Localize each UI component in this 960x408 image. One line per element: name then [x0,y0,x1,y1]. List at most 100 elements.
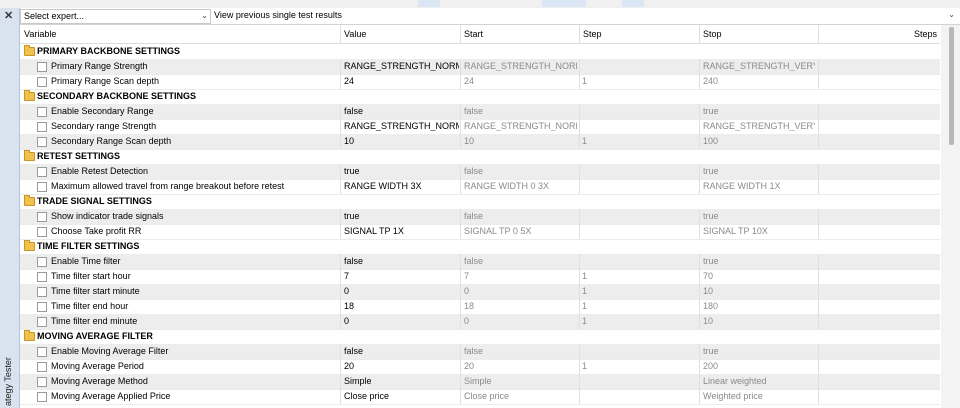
optimize-checkbox[interactable] [37,287,47,297]
parameter-row[interactable]: Moving Average Applied Price Close price C… [20,389,940,405]
start-cell[interactable]: false [464,106,577,116]
toolbar-button-2[interactable] [542,0,586,7]
header-stop[interactable]: Stop [703,29,722,39]
value-cell[interactable]: 0 [344,316,459,326]
stop-cell[interactable]: true [703,256,815,266]
stop-cell[interactable]: 200 [703,361,815,371]
group-header-row[interactable]: SECONDARY BACKBONE SETTINGS [20,89,940,105]
value-cell[interactable]: RANGE_STRENGTH_NORM... [344,61,459,71]
chevron-down-icon[interactable]: ⌄ [948,10,955,19]
toolbar-button-3[interactable] [622,0,644,7]
stop-cell[interactable]: true [703,106,815,116]
step-cell[interactable]: 1 [582,301,692,311]
value-cell[interactable]: 18 [344,301,459,311]
value-cell[interactable]: Close price [344,391,459,401]
optimize-checkbox[interactable] [37,107,47,117]
chevron-down-icon[interactable]: ⌄ [201,11,208,20]
optimize-checkbox[interactable] [37,167,47,177]
parameter-row[interactable]: Primary Range Strength RANGE_STRENGTH_NOR… [20,59,940,75]
value-cell[interactable]: 7 [344,271,459,281]
parameter-row[interactable]: Primary Range Scan depth 24 24 1 240 [20,74,940,90]
start-cell[interactable]: Close price [464,391,577,401]
stop-cell[interactable]: Weighted price [703,391,815,401]
start-cell[interactable]: RANGE_STRENGTH_NORM... [464,121,577,131]
group-header-row[interactable]: TRADE SIGNAL SETTINGS [20,194,940,210]
header-value[interactable]: Value [344,29,366,39]
step-cell[interactable]: 1 [582,286,692,296]
parameter-row[interactable]: Enable Secondary Range false false true [20,104,940,120]
stop-cell[interactable]: true [703,166,815,176]
header-variable[interactable]: Variable [24,29,56,39]
group-header-row[interactable]: TIME FILTER SETTINGS [20,239,940,255]
start-cell[interactable]: 24 [464,76,577,86]
optimize-checkbox[interactable] [37,77,47,87]
start-cell[interactable]: false [464,256,577,266]
group-header-row[interactable]: PRIMARY BACKBONE SETTINGS [20,44,940,60]
optimize-checkbox[interactable] [37,212,47,222]
stop-cell[interactable]: 70 [703,271,815,281]
value-cell[interactable]: true [344,166,459,176]
parameter-row[interactable]: Time filter end minute 0 0 1 10 [20,314,940,330]
header-start[interactable]: Start [464,29,483,39]
optimize-checkbox[interactable] [37,227,47,237]
optimize-checkbox[interactable] [37,377,47,387]
optimize-checkbox[interactable] [37,137,47,147]
stop-cell[interactable]: 10 [703,316,815,326]
step-cell[interactable]: 1 [582,271,692,281]
parameter-row[interactable]: Choose Take profit RR SIGNAL TP 1X SIGNAL … [20,224,940,240]
start-cell[interactable]: RANGE_STRENGTH_NORM... [464,61,577,71]
parameter-row[interactable]: Secondary Range Scan depth 10 10 1 100 [20,134,940,150]
start-cell[interactable]: 18 [464,301,577,311]
group-header-row[interactable]: MOVING AVERAGE FILTER [20,329,940,345]
step-cell[interactable]: 1 [582,76,692,86]
results-combo[interactable]: View previous single test results ⌄ [212,9,957,22]
value-cell[interactable]: false [344,106,459,116]
parameter-row[interactable]: Enable Time filter false false true [20,254,940,270]
optimize-checkbox[interactable] [37,122,47,132]
value-cell[interactable]: 20 [344,361,459,371]
value-cell[interactable]: RANGE_STRENGTH_NORM... [344,121,459,131]
optimize-checkbox[interactable] [37,182,47,192]
parameter-row[interactable]: Maximum allowed travel from range breako… [20,179,940,195]
value-cell[interactable]: RANGE WIDTH 3X [344,181,459,191]
step-cell[interactable]: 1 [582,316,692,326]
stop-cell[interactable]: Linear weighted [703,376,815,386]
stop-cell[interactable]: 10 [703,286,815,296]
stop-cell[interactable]: 240 [703,76,815,86]
header-steps[interactable]: Steps [914,29,937,39]
optimize-checkbox[interactable] [37,392,47,402]
parameter-row[interactable]: Moving Average Method Simple Simple Linear … [20,374,940,390]
start-cell[interactable]: false [464,166,577,176]
start-cell[interactable]: Simple [464,376,577,386]
toolbar-button-1[interactable] [418,0,440,7]
parameter-row[interactable]: Time filter start hour 7 7 1 70 [20,269,940,285]
start-cell[interactable]: 7 [464,271,577,281]
close-icon[interactable]: ✕ [4,9,13,22]
parameter-row[interactable]: Time filter end hour 18 18 1 180 [20,299,940,315]
optimize-checkbox[interactable] [37,272,47,282]
scrollbar-thumb[interactable] [949,27,954,145]
optimize-checkbox[interactable] [37,362,47,372]
stop-cell[interactable]: true [703,211,815,221]
optimize-checkbox[interactable] [37,257,47,267]
stop-cell[interactable]: RANGE WIDTH 1X [703,181,815,191]
optimize-checkbox[interactable] [37,62,47,72]
parameter-row[interactable]: Show indicator trade signals true false tru… [20,209,940,225]
value-cell[interactable]: 10 [344,136,459,146]
start-cell[interactable]: SIGNAL TP 0 5X [464,226,577,236]
parameter-row[interactable]: Enable Retest Detection true false true [20,164,940,180]
start-cell[interactable]: 10 [464,136,577,146]
value-cell[interactable]: false [344,256,459,266]
start-cell[interactable]: 20 [464,361,577,371]
stop-cell[interactable]: SIGNAL TP 10X [703,226,815,236]
expert-select[interactable]: Select expert... ⌄ [20,9,211,24]
value-cell[interactable]: Simple [344,376,459,386]
start-cell[interactable]: false [464,211,577,221]
stop-cell[interactable]: RANGE_STRENGTH_VERY_... [703,121,815,131]
value-cell[interactable]: 0 [344,286,459,296]
stop-cell[interactable]: true [703,346,815,356]
value-cell[interactable]: 24 [344,76,459,86]
start-cell[interactable]: RANGE WIDTH 0 3X [464,181,577,191]
stop-cell[interactable]: 180 [703,301,815,311]
parameter-row[interactable]: Time filter start minute 0 0 1 10 [20,284,940,300]
